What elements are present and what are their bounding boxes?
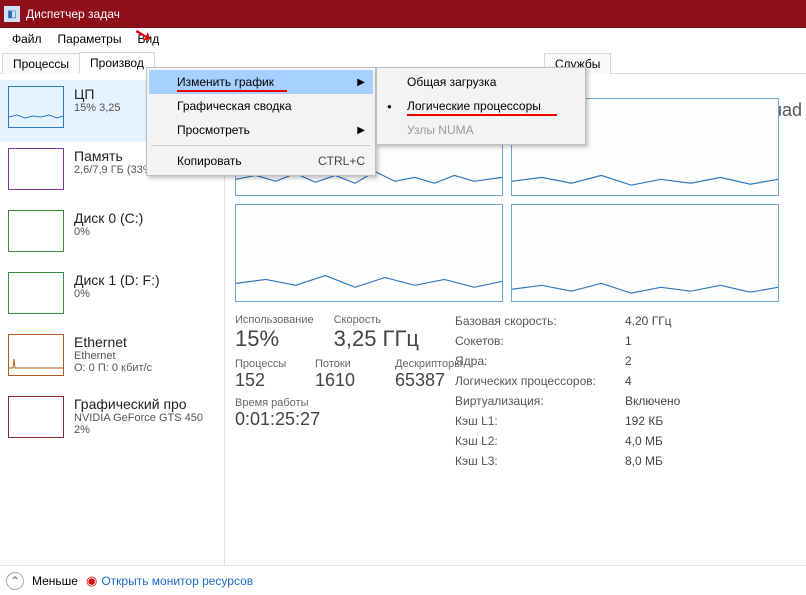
work-area: ЦП 15% 3,25 Память 2,6/7,9 ГБ (33%) Диск…: [0, 74, 806, 565]
submenu-arrow-icon: ▶: [357, 125, 365, 136]
uptime-value: 0:01:25:27: [235, 409, 455, 430]
open-resource-monitor-link[interactable]: ◉ Открыть монитор ресурсов: [86, 573, 253, 589]
sidebar-item-disk1[interactable]: Диск 1 (D: F:) 0%: [0, 266, 224, 328]
menu-item-label: Логические процессоры: [407, 99, 541, 113]
menu-item-graph-summary[interactable]: Графическая сводка: [149, 94, 373, 118]
thumb-graph-memory: [8, 148, 64, 190]
menu-item-label: Изменить график: [177, 75, 274, 89]
sidebar-item-ethernet[interactable]: Ethernet Ethernet О: 0 П: 0 кбит/с: [0, 328, 224, 390]
threads-label: Потоки: [315, 358, 375, 370]
sidebar-item-disk0[interactable]: Диск 0 (C:) 0%: [0, 204, 224, 266]
menu-options[interactable]: Параметры: [50, 30, 130, 48]
tab-performance[interactable]: Производ: [79, 52, 155, 74]
kv-key: Кэш L3:: [455, 454, 625, 474]
sidebar-subtitle: NVIDIA GeForce GTS 450: [74, 412, 203, 424]
annotation-underline: [177, 90, 287, 92]
title-bar: ◧ Диспетчер задач: [0, 0, 806, 28]
speed-value: 3,25 ГГц: [334, 326, 419, 352]
tab-processes[interactable]: Процессы: [2, 53, 80, 74]
kv-val: 192 КБ: [625, 414, 663, 434]
menu-item-label: Просмотреть: [177, 123, 250, 137]
selected-bullet-icon: ●: [387, 102, 392, 111]
change-graph-submenu: Общая загрузка ● Логические процессоры У…: [376, 67, 586, 145]
menu-item-change-graph[interactable]: Изменить график ▶: [149, 70, 373, 94]
kv-key: Ядра:: [455, 354, 625, 374]
sidebar-subtitle: 2,6/7,9 ГБ (33%): [74, 164, 156, 176]
kv-val: Включено: [625, 394, 680, 414]
sidebar-subtitle: 0%: [74, 226, 143, 238]
sidebar-subtitle: 0%: [74, 288, 160, 300]
app-icon: ◧: [4, 6, 20, 22]
footer-bar: ⌃ Меньше ◉ Открыть монитор ресурсов: [0, 565, 806, 595]
window-title: Диспетчер задач: [26, 7, 120, 21]
cpu-core-chart: [235, 204, 503, 302]
kv-key: Сокетов:: [455, 334, 625, 354]
menu-item-label: Копировать: [177, 154, 242, 168]
handles-label: Дескрипторы: [395, 358, 455, 370]
kv-val: 4,20 ГГц: [625, 314, 672, 334]
menu-item-label: Графическая сводка: [177, 99, 292, 113]
resource-monitor-icon: ◉: [86, 573, 97, 589]
speed-label: Скорость: [334, 314, 419, 326]
kv-key: Базовая скорость:: [455, 314, 625, 334]
menu-item-numa-nodes: Узлы NUMA: [379, 118, 583, 142]
kv-val: 8,0 МБ: [625, 454, 663, 474]
thumb-graph-cpu: [8, 86, 64, 128]
thumb-graph-disk: [8, 210, 64, 252]
util-label: Использование: [235, 314, 314, 326]
processes-value: 152: [235, 370, 295, 391]
thumb-graph-gpu: [8, 396, 64, 438]
sidebar-title: Диск 1 (D: F:): [74, 272, 160, 288]
kv-key: Логических процессоров:: [455, 374, 625, 394]
submenu-arrow-icon: ▶: [357, 77, 365, 88]
sidebar-title: Ethernet: [74, 334, 152, 350]
cpu-core-chart: [511, 204, 779, 302]
annotation-underline: [407, 114, 557, 116]
menu-bar: Файл Параметры Вид ➘: [0, 28, 806, 50]
menu-item-label: Узлы NUMA: [407, 123, 474, 137]
thumb-graph-ethernet: [8, 334, 64, 376]
sidebar-title: ЦП: [74, 86, 120, 102]
cpu-stats: Использование 15% Скорость 3,25 ГГц Проц…: [235, 314, 806, 474]
sidebar-item-gpu[interactable]: Графический про NVIDIA GeForce GTS 450 2…: [0, 390, 224, 452]
menu-file[interactable]: Файл: [4, 30, 50, 48]
menu-item-overall-utilization[interactable]: Общая загрузка: [379, 70, 583, 94]
uptime-label: Время работы: [235, 397, 455, 409]
kv-key: Кэш L1:: [455, 414, 625, 434]
menu-item-view[interactable]: Просмотреть ▶: [149, 118, 373, 142]
threads-value: 1610: [315, 370, 375, 391]
menu-item-copy[interactable]: Копировать CTRL+C: [149, 149, 373, 173]
menu-item-label: Общая загрузка: [407, 75, 496, 89]
view-context-menu: Изменить график ▶ Графическая сводка Про…: [146, 67, 376, 176]
processes-label: Процессы: [235, 358, 295, 370]
kv-key: Кэш L2:: [455, 434, 625, 454]
kv-val: 2: [625, 354, 632, 374]
menu-separator: [151, 145, 371, 146]
sidebar-title: Память: [74, 148, 156, 164]
resource-monitor-label: Открыть монитор ресурсов: [101, 574, 253, 588]
handles-value: 65387: [395, 370, 455, 391]
sidebar-subtitle: 2%: [74, 424, 203, 436]
kv-val: 1: [625, 334, 632, 354]
thumb-graph-disk: [8, 272, 64, 314]
kv-key: Виртуализация:: [455, 394, 625, 414]
sidebar-title: Диск 0 (C:): [74, 210, 143, 226]
collapse-chevron-icon[interactable]: ⌃: [6, 572, 24, 590]
fewer-details-link[interactable]: Меньше: [32, 574, 78, 588]
kv-val: 4: [625, 374, 632, 394]
util-value: 15%: [235, 326, 314, 352]
kv-val: 4,0 МБ: [625, 434, 663, 454]
menu-item-shortcut: CTRL+C: [318, 154, 365, 168]
menu-item-logical-processors[interactable]: ● Логические процессоры: [379, 94, 583, 118]
sidebar-title: Графический про: [74, 396, 203, 412]
menu-view[interactable]: Вид: [129, 30, 167, 48]
